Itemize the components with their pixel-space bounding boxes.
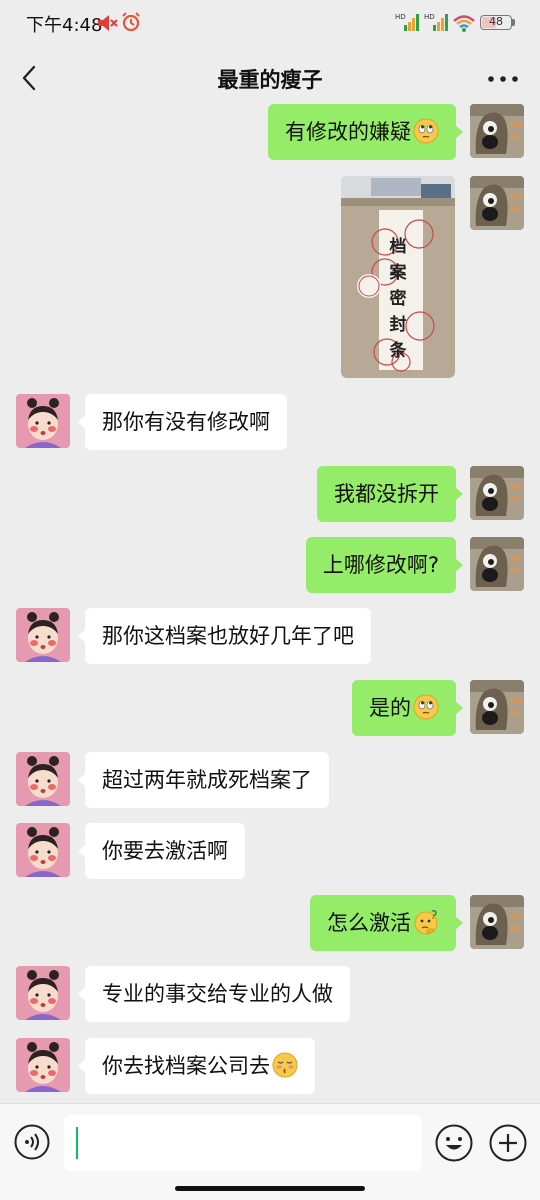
- message-bubble-incoming[interactable]: 你要去激活啊: [78, 823, 245, 879]
- message-bubble-incoming[interactable]: 专业的事交给专业的人做: [78, 966, 350, 1022]
- kissing-face-emoji: [272, 1052, 298, 1078]
- mute-icon: [98, 15, 118, 31]
- battery-icon: 48: [480, 15, 512, 30]
- home-indicator: [175, 1186, 365, 1191]
- more-icon[interactable]: [486, 68, 520, 90]
- message-bubble-outgoing[interactable]: 是的: [352, 680, 463, 736]
- chat-title: 最重的瘦子: [217, 68, 323, 92]
- svg-text:HD: HD: [424, 13, 435, 21]
- avatar-contact[interactable]: [16, 394, 70, 448]
- message-bubble-incoming[interactable]: 你去找档案公司去: [78, 1038, 315, 1094]
- avatar-self[interactable]: [470, 466, 524, 520]
- seal-text: 封: [389, 315, 407, 335]
- seal-text: 条: [389, 341, 407, 361]
- thinking-face-emoji: [413, 909, 439, 935]
- avatar-contact[interactable]: [16, 966, 70, 1020]
- eyes-rolling-face-emoji: [413, 118, 439, 144]
- message-bubble-outgoing[interactable]: 有修改的嫌疑: [268, 104, 463, 160]
- message-bubble-incoming[interactable]: 那你有没有修改啊: [78, 394, 287, 450]
- svg-text:HD: HD: [395, 13, 406, 21]
- plus-icon[interactable]: [489, 1124, 527, 1162]
- status-bar: 下午4:48 HD HD 48: [0, 0, 540, 46]
- avatar-contact[interactable]: [16, 823, 70, 877]
- wifi-icon: [453, 15, 475, 32]
- avatar-self[interactable]: [470, 104, 524, 158]
- avatar-self[interactable]: [470, 176, 524, 230]
- message-bubble-incoming[interactable]: 那你这档案也放好几年了吧: [78, 608, 371, 664]
- message-bubble-outgoing[interactable]: 怎么激活: [310, 895, 463, 951]
- seal-text: 案: [389, 263, 407, 283]
- avatar-self[interactable]: [470, 895, 524, 949]
- smiley-icon[interactable]: [435, 1124, 473, 1162]
- avatar-self[interactable]: [470, 537, 524, 591]
- message-bubble-outgoing[interactable]: 上哪修改啊?: [305, 537, 464, 593]
- text-cursor: [76, 1127, 78, 1159]
- signal-icon: HD: [395, 13, 419, 31]
- status-time: 下午4:48: [26, 15, 103, 36]
- message-bubble-outgoing[interactable]: 我都没拆开: [317, 466, 463, 522]
- image-message[interactable]: 档 案 密 封 条: [341, 176, 455, 378]
- chat-header: 最重的瘦子: [0, 46, 540, 110]
- alarm-icon: [122, 12, 140, 32]
- avatar-self[interactable]: [470, 680, 524, 734]
- seal-text: 档: [389, 237, 407, 257]
- avatar-contact[interactable]: [16, 608, 70, 662]
- voice-icon[interactable]: [14, 1124, 50, 1160]
- message-bubble-incoming[interactable]: 超过两年就成死档案了: [78, 752, 329, 808]
- eyes-rolling-face-emoji: [413, 694, 439, 720]
- battery-level: 48: [489, 15, 503, 28]
- seal-text: 密: [389, 289, 407, 309]
- avatar-contact[interactable]: [16, 1038, 70, 1092]
- avatar-contact[interactable]: [16, 752, 70, 806]
- message-input[interactable]: [64, 1115, 422, 1171]
- signal-icon: HD: [424, 13, 448, 31]
